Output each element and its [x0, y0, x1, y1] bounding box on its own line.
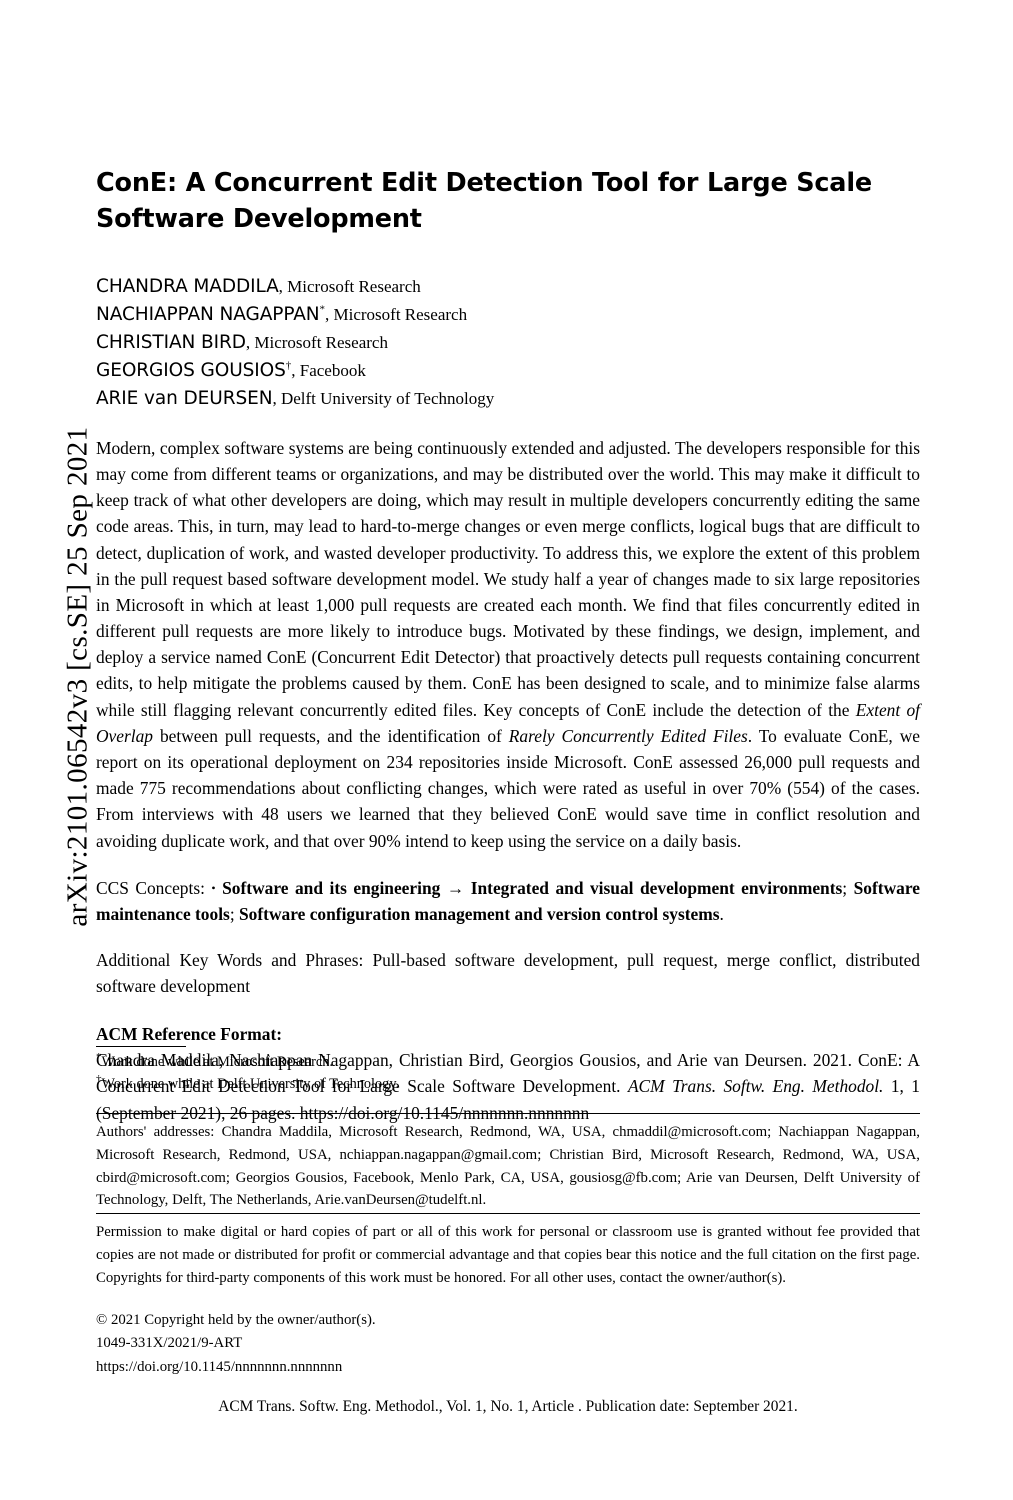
- ccs-concept-2: Integrated and visual development enviro…: [470, 877, 843, 898]
- copyright-block: © 2021 Copyright held by the owner/autho…: [96, 1309, 920, 1379]
- ccs-concepts: CCS Concepts: • Software and its enginee…: [96, 875, 920, 927]
- ccs-concept-1: Software and its engineering: [222, 877, 441, 898]
- addresses-rule: [96, 1113, 920, 1115]
- keywords-section: Additional Key Words and Phrases: Pull-b…: [96, 947, 920, 999]
- permission-notice: Permission to make digital or hard copie…: [96, 1224, 920, 1286]
- title-line-1: ConE: A Concurrent Edit Detection Tool f…: [96, 168, 872, 198]
- abstract-text: Modern, complex software systems are bei…: [96, 435, 920, 854]
- ccs-sep-2: ;: [229, 903, 235, 924]
- page-footer: ACM Trans. Softw. Eng. Methodol., Vol. 1…: [218, 1398, 798, 1415]
- issn-line: 1049-331X/2021/9-ART: [96, 1335, 243, 1352]
- author-affiliation-sep: ,: [278, 277, 288, 297]
- author-affiliation: Facebook: [299, 361, 366, 381]
- author-affiliation: Delft University of Technology: [280, 388, 495, 408]
- author-affiliation-sep: ,: [291, 361, 300, 381]
- author-row: GEORGIOS GOUSIOS†, Facebook: [96, 357, 920, 385]
- abstract-italic-2: Rarely Concurrently Edited Files: [508, 725, 748, 746]
- author-affiliation: Microsoft Research: [254, 333, 388, 353]
- author-list: CHANDRA MADDILA, Microsoft Research NACH…: [96, 273, 920, 412]
- copyright-line: © 2021 Copyright held by the owner/autho…: [96, 1312, 376, 1328]
- paper-content: ConE: A Concurrent Edit Detection Tool f…: [96, 0, 920, 1126]
- author-affiliation: Microsoft Research: [287, 277, 421, 297]
- author-affiliation: Microsoft Research: [333, 305, 468, 325]
- author-affiliation-sep: ,: [272, 388, 281, 408]
- ccs-end: .: [719, 903, 724, 924]
- author-name: ARIE van DEURSEN: [96, 387, 273, 409]
- author-row: ARIE van DEURSEN, Delft University of Te…: [96, 385, 920, 413]
- author-row: CHRISTIAN BIRD, Microsoft Research: [96, 329, 920, 357]
- footnote-text: Work done while at Delft University of T…: [101, 1075, 400, 1092]
- author-row: CHANDRA MADDILA, Microsoft Research: [96, 273, 920, 301]
- author-name: GEORGIOS GOUSIOS: [96, 360, 286, 382]
- acm-reference-heading: ACM Reference Format:: [96, 1024, 283, 1045]
- bullet-icon: •: [211, 880, 216, 895]
- footnote-text: Work done while at Microsoft Research.: [101, 1054, 334, 1070]
- arxiv-stamp-text: arXiv:2101.06542v3 [cs.SE] 25 Sep 2021: [61, 426, 94, 927]
- authors-addresses: Authors' addresses: Chandra Maddila, Mic…: [96, 1124, 920, 1209]
- footnote-item: *Work done while at Microsoft Research.: [96, 1052, 920, 1074]
- author-name: CHANDRA MADDILA: [96, 276, 279, 298]
- abstract-part-2: between pull requests, and the identific…: [153, 725, 509, 746]
- doi-line: https://doi.org/10.1145/nnnnnnn.nnnnnnn: [96, 1358, 343, 1375]
- author-name: CHRISTIAN BIRD: [96, 332, 246, 354]
- arrow-icon: →: [446, 877, 465, 898]
- footnotes-section: *Work done while at Microsoft Research. …: [96, 1052, 920, 1095]
- abstract-part-1: Modern, complex software systems are bei…: [96, 437, 920, 720]
- footnote-rule: [96, 1046, 186, 1047]
- page-title: ConE: A Concurrent Edit Detection Tool f…: [96, 0, 920, 237]
- author-row: NACHIAPPAN NAGAPPAN*, Microsoft Research: [96, 301, 920, 329]
- ccs-label: CCS Concepts:: [96, 877, 205, 898]
- keywords-label: Additional Key Words and Phrases:: [96, 950, 364, 970]
- permission-rule: [96, 1213, 920, 1215]
- author-name: NACHIAPPAN NAGAPPAN: [96, 304, 320, 326]
- ccs-sep-1: ;: [842, 877, 848, 898]
- paper-page: arXiv:2101.06542v3 [cs.SE] 25 Sep 2021 C…: [0, 0, 1013, 1500]
- author-affiliation-sep: ,: [325, 305, 334, 325]
- title-line-2: Software Development: [96, 204, 422, 235]
- footnote-item: †Work done while at Delft University of …: [96, 1073, 920, 1096]
- ccs-concept-4: Software configuration management and ve…: [239, 903, 720, 924]
